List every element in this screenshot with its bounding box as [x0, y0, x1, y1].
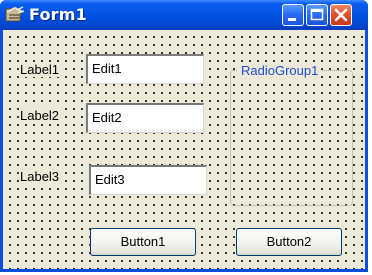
maximize-icon	[310, 8, 324, 21]
window-title: Form1	[29, 5, 87, 24]
title-bar[interactable]: Form1	[0, 0, 368, 30]
close-button[interactable]	[330, 4, 352, 26]
form-client-area: Label1 Label2 Label3 Edit1 Edit2 Edit3 R…	[3, 30, 365, 269]
button-1[interactable]: Button1	[90, 228, 196, 256]
edit-3[interactable]: Edit3	[89, 165, 207, 195]
radio-group-caption: RadioGroup1	[238, 63, 322, 78]
button-2[interactable]: Button2	[236, 228, 342, 256]
edit-2[interactable]: Edit2	[86, 103, 204, 133]
radio-group[interactable]: RadioGroup1	[230, 63, 353, 206]
form-window: Form1 Label1 Label2 Label3 Edit1 Edit2 E…	[0, 0, 368, 272]
maximize-button[interactable]	[306, 4, 328, 26]
label-3: Label3	[19, 169, 61, 184]
minimize-icon	[288, 18, 296, 21]
minimize-button[interactable]	[282, 4, 304, 26]
label-2: Label2	[19, 108, 61, 123]
close-icon	[334, 8, 348, 22]
edit-1[interactable]: Edit1	[86, 54, 204, 84]
delphi-form-icon[interactable]	[5, 6, 25, 24]
label-1: Label1	[19, 62, 61, 77]
